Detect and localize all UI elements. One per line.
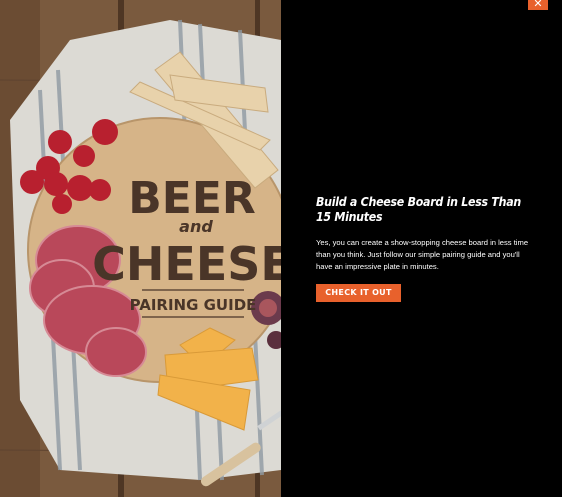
promo-modal: BEER and CHEESE PAIRING GUIDE ✕ Build a …	[0, 0, 562, 497]
body-copy: Yes, you can create a show-stopping chee…	[316, 238, 529, 271]
close-button[interactable]: ✕	[528, 0, 548, 10]
hero-image: BEER and CHEESE PAIRING GUIDE	[0, 0, 281, 497]
cover-subtitle: PAIRING GUIDE	[130, 296, 257, 314]
cover-title-line3: CHEESE	[92, 237, 281, 291]
close-icon: ✕	[533, 0, 543, 10]
check-it-out-button[interactable]: CHECK IT OUT	[316, 284, 401, 302]
cheese-board-photo: BEER and CHEESE PAIRING GUIDE	[0, 0, 281, 497]
content-body: Build a Cheese Board in Less Than 15 Min…	[316, 195, 536, 302]
cover-title-line2: and	[179, 217, 213, 236]
headline: Build a Cheese Board in Less Than 15 Min…	[316, 195, 521, 224]
content-panel: ✕ Build a Cheese Board in Less Than 15 M…	[281, 0, 562, 497]
